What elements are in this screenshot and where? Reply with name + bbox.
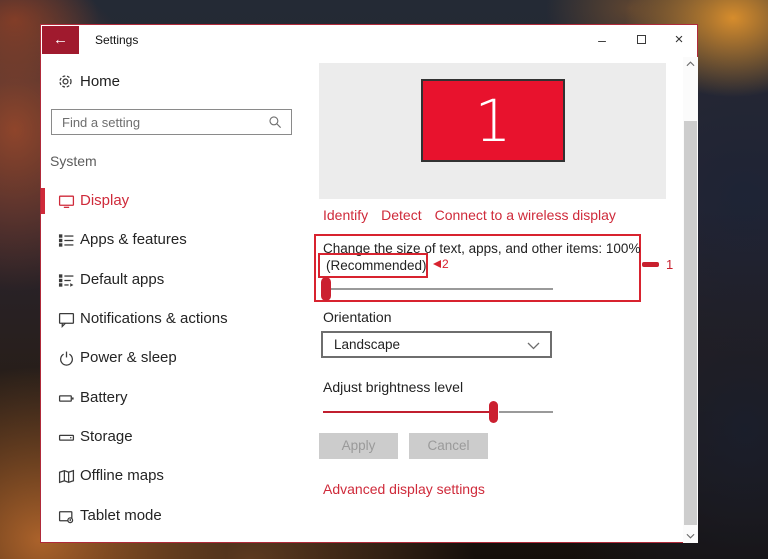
search-box[interactable] xyxy=(51,109,292,135)
scaling-slider-thumb[interactable] xyxy=(321,277,331,301)
display-preview-panel: 1 xyxy=(319,63,666,199)
window-title: Settings xyxy=(95,33,139,47)
minimize-button[interactable]: – xyxy=(587,26,617,54)
search-input[interactable] xyxy=(52,110,291,134)
annotation-callout-2: 2 xyxy=(433,257,449,271)
back-button[interactable]: ← xyxy=(42,26,79,54)
detect-link[interactable]: Detect xyxy=(381,207,421,223)
settings-window: ← Settings – × Home System xyxy=(40,24,698,543)
annotation-box-2: (Recommended) xyxy=(318,253,428,278)
dash-icon xyxy=(642,262,659,267)
scrollbar-thumb[interactable] xyxy=(684,121,697,525)
close-button[interactable]: × xyxy=(664,26,694,54)
sidebar-item-battery[interactable]: Battery xyxy=(41,379,303,418)
advanced-display-settings-link[interactable]: Advanced display settings xyxy=(323,481,485,497)
sidebar-item-power-sleep[interactable]: Power & sleep xyxy=(41,339,303,378)
monitor-number: 1 xyxy=(474,86,512,155)
scaling-slider[interactable] xyxy=(321,277,553,301)
wireless-display-link[interactable]: Connect to a wireless display xyxy=(435,207,616,223)
default-apps-icon xyxy=(58,272,75,289)
callout-1-label: 1 xyxy=(666,257,674,272)
sidebar-item-notifications[interactable]: Notifications & actions xyxy=(41,300,303,339)
brightness-slider[interactable] xyxy=(323,401,553,423)
sidebar-item-home[interactable]: Home xyxy=(41,69,301,99)
sidebar-item-offline-maps[interactable]: Offline maps xyxy=(41,457,303,496)
orientation-value: Landscape xyxy=(334,337,401,352)
sidebar-item-storage[interactable]: Storage xyxy=(41,418,303,457)
close-icon: × xyxy=(674,31,684,48)
annotation-callout-1: 1 xyxy=(642,257,673,272)
orientation-label: Orientation xyxy=(323,309,392,325)
maximize-icon xyxy=(636,35,646,45)
display-icon xyxy=(58,193,75,210)
search-icon[interactable] xyxy=(268,115,283,130)
identify-link[interactable]: Identify xyxy=(323,207,368,223)
section-header-system: System xyxy=(50,153,97,169)
notifications-icon xyxy=(58,311,75,328)
apps-list-icon xyxy=(58,232,75,249)
battery-icon xyxy=(58,390,75,407)
callout-2-label: 2 xyxy=(442,257,449,271)
arrow-left-icon xyxy=(433,260,441,268)
brightness-label: Adjust brightness level xyxy=(323,379,464,395)
power-icon xyxy=(58,350,75,367)
brightness-slider-track[interactable] xyxy=(499,411,553,413)
apply-button[interactable]: Apply xyxy=(319,433,398,459)
sidebar-item-default-apps[interactable]: Default apps xyxy=(41,261,303,300)
tablet-icon xyxy=(58,508,75,525)
scroll-up-icon[interactable] xyxy=(683,57,698,71)
scaling-label-recommended: (Recommended) xyxy=(326,258,427,273)
title-bar[interactable]: ← Settings – × xyxy=(41,25,697,57)
chevron-down-icon xyxy=(527,342,540,350)
cancel-button[interactable]: Cancel xyxy=(409,433,488,459)
back-arrow-icon: ← xyxy=(53,31,68,48)
sidebar-item-display[interactable]: Display xyxy=(41,182,303,221)
brightness-slider-thumb[interactable] xyxy=(489,401,498,423)
brightness-slider-fill[interactable] xyxy=(323,411,491,413)
home-label: Home xyxy=(80,73,121,90)
sidebar-item-tablet-mode[interactable]: Tablet mode xyxy=(41,497,303,536)
orientation-dropdown[interactable]: Landscape xyxy=(321,331,552,358)
scrollbar[interactable] xyxy=(683,57,698,543)
scroll-down-icon[interactable] xyxy=(683,529,698,543)
maximize-button[interactable] xyxy=(626,26,656,54)
scaling-slider-track[interactable] xyxy=(325,288,553,290)
gear-icon xyxy=(57,73,74,90)
display-action-links: Identify Detect Connect to a wireless di… xyxy=(323,207,616,223)
monitor-1-preview[interactable]: 1 xyxy=(421,79,565,162)
sidebar-item-apps-features[interactable]: Apps & features xyxy=(41,221,303,260)
minimize-icon: – xyxy=(598,32,606,48)
map-icon xyxy=(58,468,75,485)
storage-icon xyxy=(58,429,75,446)
